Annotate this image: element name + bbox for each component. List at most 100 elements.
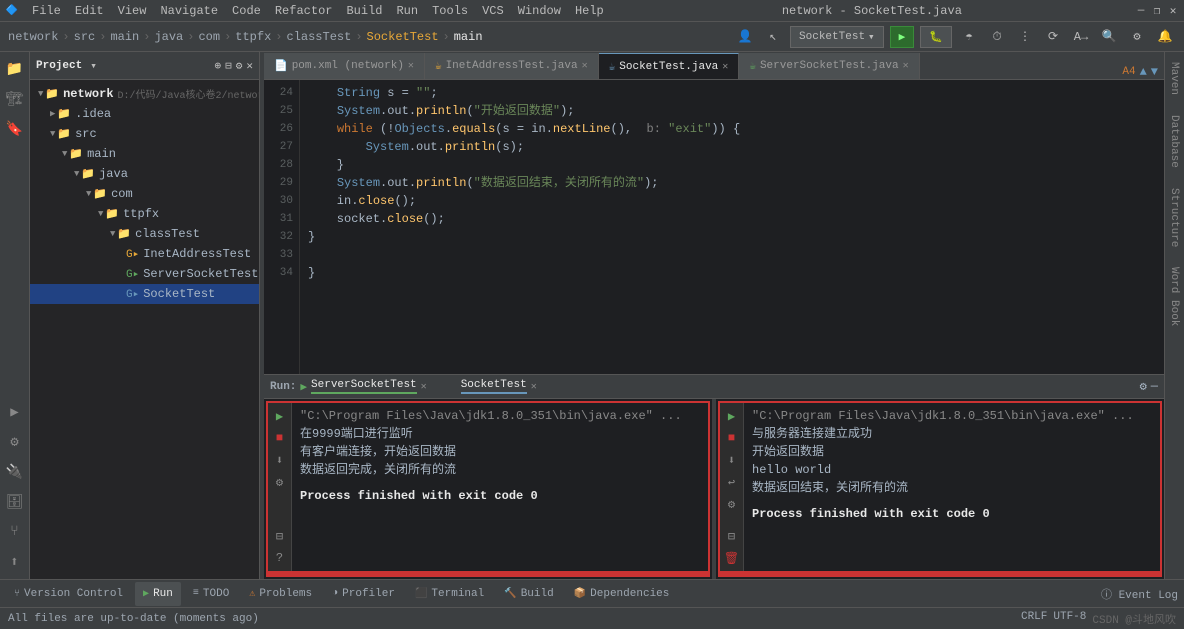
breadcrumb-com[interactable]: com [198,30,220,44]
breadcrumb-main-method[interactable]: main [454,30,483,44]
menu-navigate[interactable]: Navigate [154,2,224,20]
tab-serversockettest-close[interactable]: ✕ [903,60,909,72]
maven-tab[interactable]: Maven [1165,52,1184,105]
search-button[interactable]: 🔍 [1098,26,1120,48]
socket-fold-icon[interactable]: ⊟ [723,527,741,545]
breadcrumb-network[interactable]: network [8,30,58,44]
socket-rerun-icon[interactable]: ▶ [723,407,741,425]
vcs-update-button[interactable]: ⟳ [1042,26,1064,48]
project-icon[interactable]: 📁 [2,56,28,82]
menu-window[interactable]: Window [512,2,567,20]
socket-settings-icon[interactable]: ⚙ [723,495,741,513]
tree-item-root[interactable]: ▼ 📁 network D:/代码/Java核心卷2/network [30,84,259,104]
line-ending[interactable]: CRLF [1021,611,1047,627]
tree-collapse-icon[interactable]: ⊟ [225,59,232,73]
coverage-button[interactable]: ☂ [958,26,980,48]
tree-item-inetaddresstest[interactable]: G▸ InetAddressTest [30,244,259,264]
bookmarks-icon[interactable]: 🔖 [2,116,28,142]
run-p1-title[interactable]: ServerSocketTest [311,379,417,394]
tab-inetaddress-close[interactable]: ✕ [582,60,588,72]
run-settings-icon[interactable]: ⚙ [1140,379,1147,394]
run-button[interactable]: ▶ [890,26,915,48]
menu-file[interactable]: File [26,2,67,20]
scroll-to-end-icon[interactable]: ⬇ [271,451,289,469]
bottom-tab-problems[interactable]: ⚠ Problems [241,582,320,606]
breadcrumb-classtest[interactable]: classTest [287,30,352,44]
scope-icon[interactable]: ⊕ [215,59,222,73]
socket-scroll-icon[interactable]: ⬇ [723,451,741,469]
tab-pom[interactable]: 📄 pom.xml (network) ✕ [264,53,425,79]
tree-item-ttpfx[interactable]: ▼ 📁 ttpfx [30,204,259,224]
database-sidebar-icon[interactable]: 🗄 [2,489,28,515]
push-sidebar-icon[interactable]: ⬆ [2,549,28,575]
menu-tools[interactable]: Tools [426,2,474,20]
bottom-tab-terminal[interactable]: ⬛ Terminal [407,582,492,606]
settings-button[interactable]: ⚙ [1126,26,1148,48]
breadcrumb-main[interactable]: main [110,30,139,44]
profile-icon[interactable]: 👤 [734,26,756,48]
bottom-tab-build[interactable]: 🔨 Build [496,582,561,606]
bottom-tab-profiler[interactable]: ◑ Profiler [324,582,403,606]
translate-button[interactable]: A→ [1070,26,1092,48]
breadcrumb-sockettest[interactable]: SocketTest [367,30,439,44]
breadcrumb-ttpfx[interactable]: ttpfx [235,30,271,44]
rerun-icon[interactable]: ▶ [271,407,289,425]
fold-icon[interactable]: ⊟ [271,527,289,545]
stop-icon[interactable]: ■ [271,429,289,447]
tab-inetaddress[interactable]: ☕ InetAddressTest.java ✕ [425,53,599,79]
event-log-label[interactable]: ⓘ Event Log [1101,586,1178,602]
socket-stop-icon[interactable]: ■ [723,429,741,447]
project-panel-dropdown[interactable]: ▾ [90,59,97,73]
cursor-icon[interactable]: ↖ [762,26,784,48]
settings-sidebar-icon[interactable]: ⚙ [2,429,28,455]
breadcrumb-src[interactable]: src [74,30,96,44]
maximize-button[interactable]: ❐ [1150,4,1164,18]
tab-pom-close[interactable]: ✕ [408,60,414,72]
menu-edit[interactable]: Edit [69,2,110,20]
more-run-button[interactable]: ⋮ [1014,26,1036,48]
tree-item-idea[interactable]: ▶ 📁 .idea [30,104,259,124]
run-minimize-icon[interactable]: — [1151,379,1158,394]
encoding[interactable]: UTF-8 [1053,611,1086,627]
notification-button[interactable]: 🔔 [1154,26,1176,48]
run-debug-sidebar-icon[interactable]: ▶ [2,399,28,425]
settings-console-icon[interactable]: ⚙ [271,473,289,491]
debug-button[interactable]: 🐛 [920,26,952,48]
structure-icon[interactable]: 🏗 [2,86,28,112]
tree-item-java[interactable]: ▼ 📁 java [30,164,259,184]
menu-run[interactable]: Run [390,2,424,20]
error-up-icon[interactable]: ▲ [1140,65,1147,79]
profile-run-button[interactable]: ⏱ [986,26,1008,48]
code-content[interactable]: String s = ""; System.out.println("开始返回数… [300,80,1164,374]
socket-wrap-icon[interactable]: ↩ [723,473,741,491]
close-button[interactable]: ✕ [1166,4,1180,18]
tree-item-com[interactable]: ▼ 📁 com [30,184,259,204]
structure-right-tab[interactable]: Structure [1165,178,1184,257]
menu-build[interactable]: Build [340,2,388,20]
socket-console-output[interactable]: "C:\Program Files\Java\jdk1.8.0_351\bin\… [744,403,1160,571]
menu-view[interactable]: View [112,2,153,20]
tab-serversockettest[interactable]: ☕ ServerSocketTest.java ✕ [739,53,919,79]
git-sidebar-icon[interactable]: ⑂ [2,519,28,545]
breadcrumb-java[interactable]: java [154,30,183,44]
minimize-button[interactable]: — [1134,4,1148,18]
run-p2-title[interactable]: SocketTest [461,379,527,394]
server-console-output[interactable]: "C:\Program Files\Java\jdk1.8.0_351\bin\… [292,403,708,571]
tree-item-main[interactable]: ▼ 📁 main [30,144,259,164]
menu-refactor[interactable]: Refactor [269,2,339,20]
wordbook-tab[interactable]: Word Book [1165,257,1184,336]
tab-sockettest-close[interactable]: ✕ [722,61,728,73]
socket-trash-icon[interactable]: 🗑 [723,549,741,567]
plugins-sidebar-icon[interactable]: 🔌 [2,459,28,485]
tree-item-sockettest[interactable]: G▸ SocketTest [30,284,259,304]
menu-help[interactable]: Help [569,2,610,20]
tab-sockettest[interactable]: ☕ SocketTest.java ✕ [599,53,740,79]
bottom-tab-todo[interactable]: ≡ TODO [185,582,237,606]
run-p1-close[interactable]: ✕ [421,381,427,393]
database-tab[interactable]: Database [1165,105,1184,178]
tree-item-src[interactable]: ▼ 📁 src [30,124,259,144]
menu-code[interactable]: Code [226,2,267,20]
bottom-tab-vcs[interactable]: ⑂ Version Control [6,582,131,606]
help-icon[interactable]: ? [271,549,289,567]
run-p2-close[interactable]: ✕ [531,381,537,393]
